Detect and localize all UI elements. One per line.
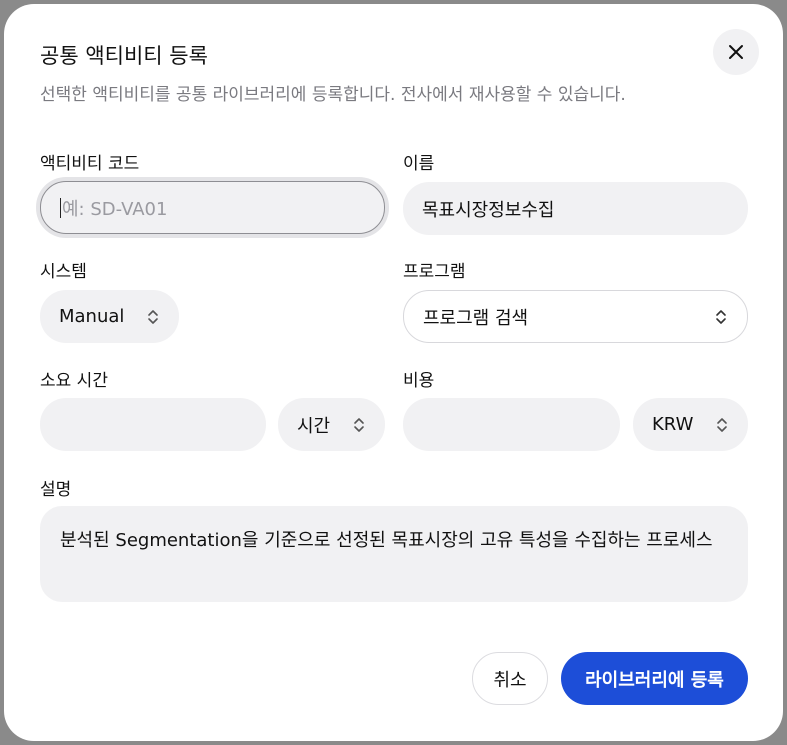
description-textarea[interactable]: 분석된 Segmentation을 기준으로 선정된 목표시장의 고유 특성을 … [40, 506, 748, 602]
activity-code-label: 액티비티 코드 [40, 154, 140, 174]
duration-label: 소요 시간 [40, 371, 108, 391]
chevron-up-down-icon [146, 308, 160, 326]
program-placeholder: 프로그램 검색 [423, 307, 529, 329]
program-label: 프로그램 [403, 262, 466, 282]
duration-input[interactable] [40, 398, 266, 451]
text-caret [60, 197, 61, 218]
register-activity-dialog: 공통 액티비티 등록 선택한 액티비티를 공통 라이브러리에 등록합니다. 전사… [4, 4, 783, 741]
chevron-up-down-icon [352, 416, 366, 434]
cost-label: 비용 [403, 371, 435, 391]
program-search-select[interactable]: 프로그램 검색 [403, 290, 748, 343]
name-value: 목표시장정보수집 [422, 199, 555, 221]
currency-select[interactable]: KRW [633, 398, 748, 451]
chevron-up-down-icon [714, 308, 728, 326]
system-value: Manual [59, 306, 125, 327]
chevron-up-down-icon [715, 416, 729, 434]
close-button[interactable] [713, 29, 759, 75]
description-label: 설명 [40, 480, 72, 500]
activity-code-input[interactable]: 예: SD-VA01 [40, 181, 385, 234]
activity-code-placeholder: 예: SD-VA01 [62, 198, 168, 220]
name-input[interactable]: 목표시장정보수집 [403, 182, 748, 235]
register-to-library-button[interactable]: 라이브러리에 등록 [561, 652, 748, 705]
cancel-button[interactable]: 취소 [472, 652, 548, 705]
system-select[interactable]: Manual [40, 290, 179, 343]
name-label: 이름 [403, 154, 435, 174]
currency-value: KRW [652, 414, 694, 435]
dialog-title: 공통 액티비티 등록 [40, 44, 208, 68]
dialog-subtitle: 선택한 액티비티를 공통 라이브러리에 등록합니다. 전사에서 재사용할 수 있… [40, 85, 626, 105]
duration-unit-value: 시간 [297, 415, 331, 437]
cost-input[interactable] [403, 398, 620, 451]
close-icon [729, 45, 743, 59]
duration-unit-select[interactable]: 시간 [278, 398, 385, 451]
system-label: 시스템 [40, 262, 87, 282]
